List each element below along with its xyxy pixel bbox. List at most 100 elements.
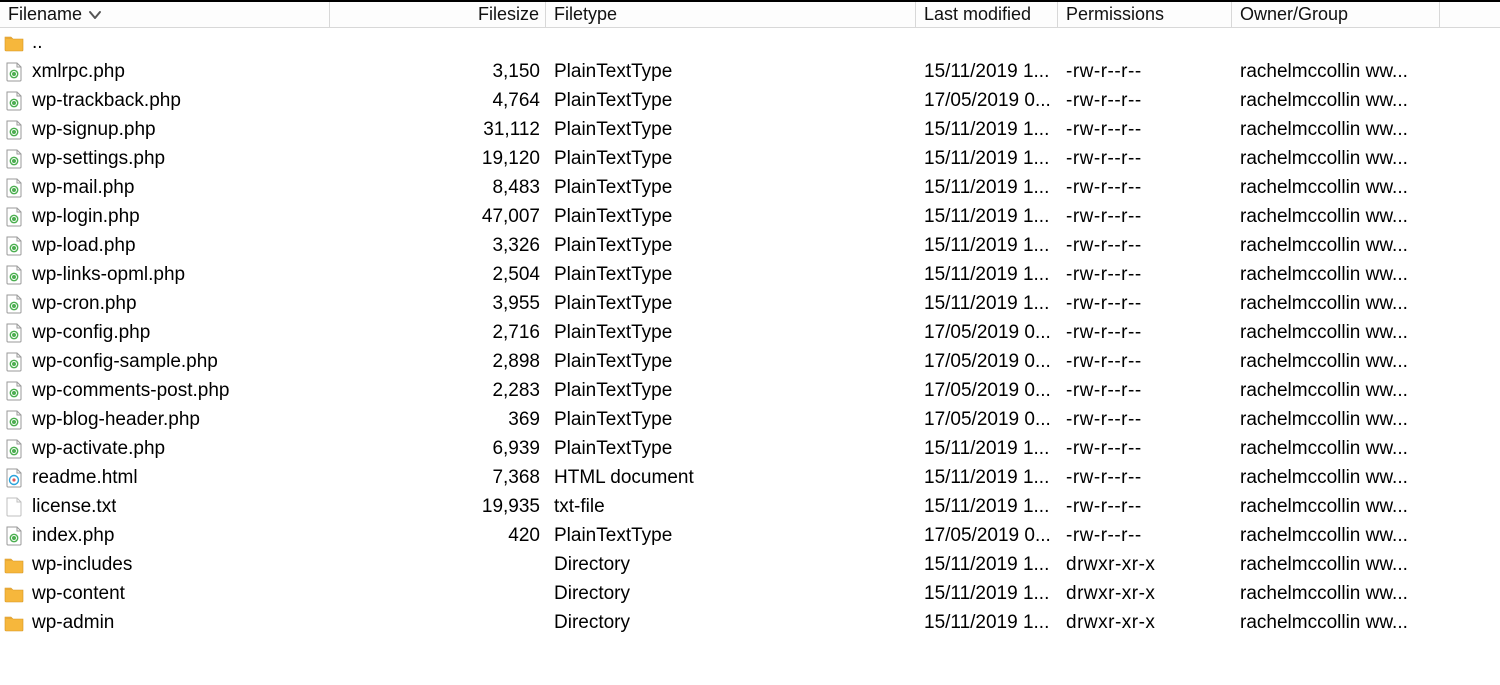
file-row[interactable]: wp-contentDirectory15/11/2019 1...drwxr-… (0, 579, 1500, 608)
file-modified-cell: 17/05/2019 0... (916, 322, 1058, 344)
file-row[interactable]: readme.html7,368HTML document15/11/2019 … (0, 463, 1500, 492)
column-header-permissions[interactable]: Permissions (1058, 2, 1232, 27)
file-modified-cell: 15/11/2019 1... (916, 612, 1058, 634)
file-permissions-cell: drwxr-xr-x (1058, 554, 1232, 576)
file-name-cell: wp-cron.php (0, 293, 330, 315)
file-type-cell: PlainTextType (546, 148, 916, 170)
file-row[interactable]: .. (0, 28, 1500, 57)
file-size-cell: 47,007 (330, 206, 546, 228)
file-owner-cell: rachelmccollin ww... (1232, 148, 1500, 170)
file-permissions-cell: -rw-r--r-- (1058, 206, 1232, 228)
folder-icon (4, 33, 24, 53)
file-owner-cell: rachelmccollin ww... (1232, 409, 1500, 431)
column-header-filename-label: Filename (8, 4, 82, 25)
file-name-cell: .. (0, 32, 330, 54)
file-owner-cell: rachelmccollin ww... (1232, 583, 1500, 605)
file-size-cell: 19,935 (330, 496, 546, 518)
file-name-cell: wp-links-opml.php (0, 264, 330, 286)
file-owner-cell: rachelmccollin ww... (1232, 322, 1500, 344)
folder-icon (4, 613, 24, 633)
column-header-filesize[interactable]: Filesize (330, 2, 546, 27)
file-row[interactable]: wp-mail.php8,483PlainTextType15/11/2019 … (0, 173, 1500, 202)
file-modified-cell: 15/11/2019 1... (916, 148, 1058, 170)
file-type-cell: txt-file (546, 496, 916, 518)
file-row[interactable]: wp-load.php3,326PlainTextType15/11/2019 … (0, 231, 1500, 260)
file-type-cell: PlainTextType (546, 525, 916, 547)
folder-icon (4, 555, 24, 575)
file-row[interactable]: wp-trackback.php4,764PlainTextType17/05/… (0, 86, 1500, 115)
file-permissions-cell: -rw-r--r-- (1058, 380, 1232, 402)
file-type-cell: PlainTextType (546, 206, 916, 228)
php-file-icon (4, 526, 24, 546)
file-row[interactable]: index.php420PlainTextType17/05/2019 0...… (0, 521, 1500, 550)
file-type-cell: PlainTextType (546, 119, 916, 141)
file-owner-cell: rachelmccollin ww... (1232, 525, 1500, 547)
file-type-cell: Directory (546, 612, 916, 634)
file-name-cell: wp-comments-post.php (0, 380, 330, 402)
sort-chevron-down-icon (88, 8, 102, 22)
file-row[interactable]: wp-login.php47,007PlainTextType15/11/201… (0, 202, 1500, 231)
file-modified-cell: 15/11/2019 1... (916, 177, 1058, 199)
file-permissions-cell: -rw-r--r-- (1058, 409, 1232, 431)
file-modified-cell: 15/11/2019 1... (916, 293, 1058, 315)
file-row[interactable]: wp-config-sample.php2,898PlainTextType17… (0, 347, 1500, 376)
file-type-cell: PlainTextType (546, 322, 916, 344)
file-size-cell: 2,504 (330, 264, 546, 286)
file-owner-cell: rachelmccollin ww... (1232, 554, 1500, 576)
file-modified-cell: 15/11/2019 1... (916, 235, 1058, 257)
php-file-icon (4, 439, 24, 459)
file-row[interactable]: xmlrpc.php3,150PlainTextType15/11/2019 1… (0, 57, 1500, 86)
file-modified-cell: 15/11/2019 1... (916, 554, 1058, 576)
column-header-owner-group[interactable]: Owner/Group (1232, 2, 1440, 27)
column-header-permissions-label: Permissions (1066, 4, 1164, 25)
text-file-icon (4, 497, 24, 517)
file-owner-cell: rachelmccollin ww... (1232, 612, 1500, 634)
file-name-text: wp-blog-header.php (32, 409, 200, 431)
file-owner-cell: rachelmccollin ww... (1232, 90, 1500, 112)
file-name-text: wp-settings.php (32, 148, 165, 170)
php-file-icon (4, 236, 24, 256)
file-modified-cell: 15/11/2019 1... (916, 583, 1058, 605)
file-name-cell: index.php (0, 525, 330, 547)
file-type-cell: PlainTextType (546, 90, 916, 112)
php-file-icon (4, 352, 24, 372)
php-file-icon (4, 265, 24, 285)
file-row[interactable]: wp-activate.php6,939PlainTextType15/11/2… (0, 434, 1500, 463)
file-modified-cell: 17/05/2019 0... (916, 525, 1058, 547)
php-file-icon (4, 120, 24, 140)
file-type-cell: PlainTextType (546, 409, 916, 431)
column-header-owner-group-label: Owner/Group (1240, 4, 1348, 25)
file-row[interactable]: wp-blog-header.php369PlainTextType17/05/… (0, 405, 1500, 434)
file-type-cell: PlainTextType (546, 438, 916, 460)
file-row[interactable]: wp-config.php2,716PlainTextType17/05/201… (0, 318, 1500, 347)
file-row[interactable]: license.txt19,935txt-file15/11/2019 1...… (0, 492, 1500, 521)
column-header-filename[interactable]: Filename (0, 2, 330, 27)
file-name-text: wp-content (32, 583, 125, 605)
file-row[interactable]: wp-cron.php3,955PlainTextType15/11/2019 … (0, 289, 1500, 318)
file-name-text: wp-activate.php (32, 438, 165, 460)
file-name-cell: wp-activate.php (0, 438, 330, 460)
file-type-cell: PlainTextType (546, 177, 916, 199)
file-row[interactable]: wp-settings.php19,120PlainTextType15/11/… (0, 144, 1500, 173)
file-modified-cell: 15/11/2019 1... (916, 119, 1058, 141)
file-name-text: wp-signup.php (32, 119, 156, 141)
file-size-cell: 420 (330, 525, 546, 547)
file-permissions-cell: -rw-r--r-- (1058, 61, 1232, 83)
file-row[interactable]: wp-includesDirectory15/11/2019 1...drwxr… (0, 550, 1500, 579)
column-header-last-modified[interactable]: Last modified (916, 2, 1058, 27)
file-name-cell: wp-mail.php (0, 177, 330, 199)
file-row[interactable]: wp-comments-post.php2,283PlainTextType17… (0, 376, 1500, 405)
file-row[interactable]: wp-links-opml.php2,504PlainTextType15/11… (0, 260, 1500, 289)
file-size-cell: 2,898 (330, 351, 546, 373)
file-type-cell: PlainTextType (546, 61, 916, 83)
file-size-cell: 8,483 (330, 177, 546, 199)
php-file-icon (4, 62, 24, 82)
file-permissions-cell: -rw-r--r-- (1058, 322, 1232, 344)
column-header-filetype[interactable]: Filetype (546, 2, 916, 27)
file-row[interactable]: wp-adminDirectory15/11/2019 1...drwxr-xr… (0, 608, 1500, 637)
file-owner-cell: rachelmccollin ww... (1232, 467, 1500, 489)
file-modified-cell: 15/11/2019 1... (916, 206, 1058, 228)
file-size-cell: 2,283 (330, 380, 546, 402)
file-row[interactable]: wp-signup.php31,112PlainTextType15/11/20… (0, 115, 1500, 144)
file-name-text: wp-config-sample.php (32, 351, 218, 373)
